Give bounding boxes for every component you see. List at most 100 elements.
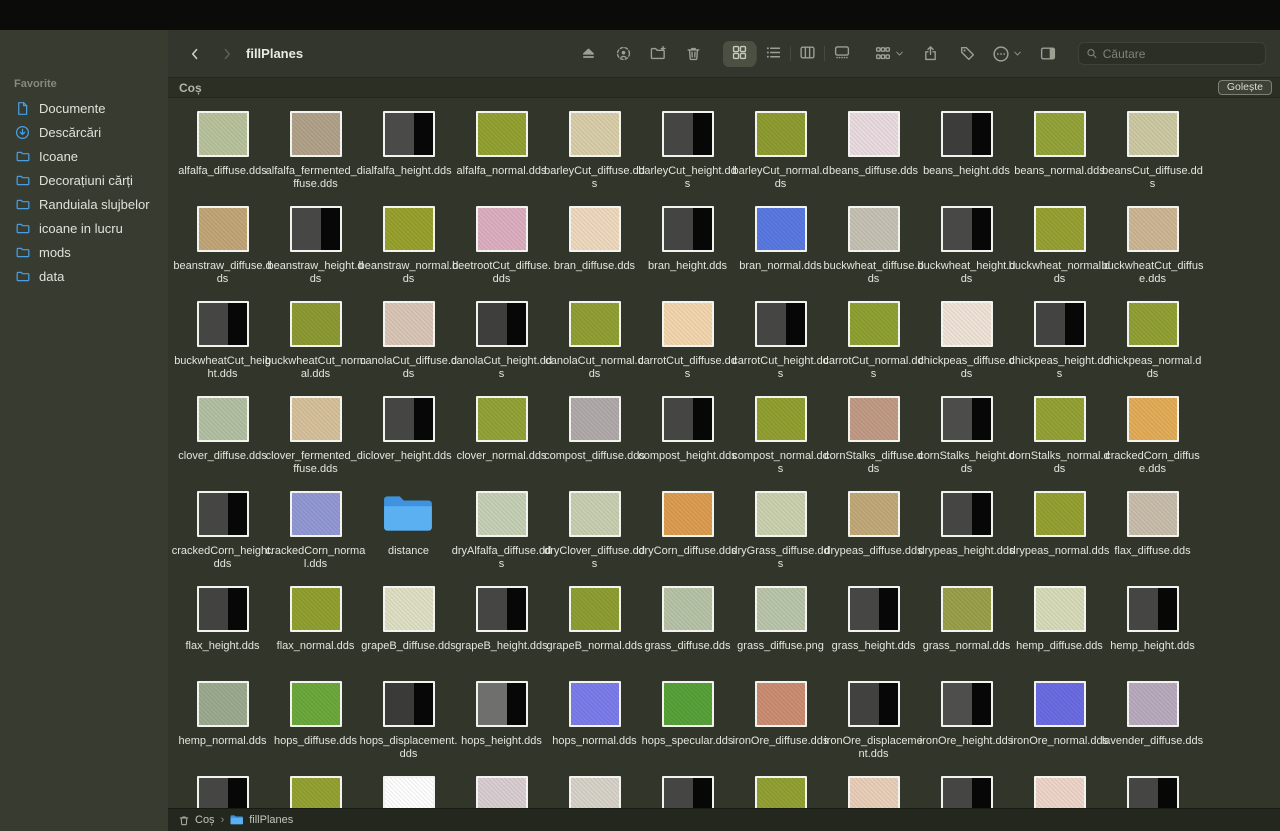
file-item[interactable]: dryClover_diffuse.dds <box>548 478 641 573</box>
file-item[interactable] <box>641 763 734 808</box>
file-item[interactable] <box>734 763 827 808</box>
view-columns-button[interactable] <box>791 41 824 67</box>
new-folder-button[interactable] <box>644 41 672 67</box>
file-item[interactable]: drypeas_normal.dds <box>1013 478 1106 573</box>
file-item[interactable]: grass_height.dds <box>827 573 920 668</box>
file-item[interactable]: carrotCut_diffuse.dds <box>641 288 734 383</box>
file-item[interactable]: dryAlfalfa_diffuse.dds <box>455 478 548 573</box>
file-item[interactable]: beans_diffuse.dds <box>827 98 920 193</box>
file-item[interactable]: grass_normal.dds <box>920 573 1013 668</box>
file-item[interactable]: grapeB_normal.dds <box>548 573 641 668</box>
sidebar-item-decora-iuni-c-r-i[interactable]: Decorațiuni cărți <box>0 168 168 192</box>
back-button[interactable] <box>184 42 206 66</box>
file-item[interactable]: clover_normal.dds <box>455 383 548 478</box>
file-item[interactable]: beanstraw_normal.dds <box>362 193 455 288</box>
path-segment-co[interactable]: Coș <box>178 814 215 827</box>
file-item[interactable]: flax_height.dds <box>176 573 269 668</box>
file-item[interactable]: alfalfa_diffuse.dds <box>176 98 269 193</box>
file-item[interactable]: hemp_diffuse.dds <box>1013 573 1106 668</box>
file-item[interactable]: drypeas_diffuse.dds <box>827 478 920 573</box>
file-item[interactable]: drypeas_height.dds <box>920 478 1013 573</box>
file-item[interactable]: flax_diffuse.dds <box>1106 478 1199 573</box>
file-item[interactable]: hops_height.dds <box>455 668 548 763</box>
file-item[interactable]: buckwheat_diffuse.dds <box>827 193 920 288</box>
file-item[interactable]: crackedCorn_height.dds <box>176 478 269 573</box>
file-item[interactable]: beanstraw_diffuse.dds <box>176 193 269 288</box>
file-item[interactable]: canolaCut_height.dds <box>455 288 548 383</box>
file-item[interactable]: buckwheatCut_diffuse.dds <box>1106 193 1199 288</box>
file-item[interactable]: chickpeas_normal.dds <box>1106 288 1199 383</box>
file-item[interactable]: dryGrass_diffuse.dds <box>734 478 827 573</box>
file-item[interactable]: clover_diffuse.dds <box>176 383 269 478</box>
file-item[interactable]: grapeB_height.dds <box>455 573 548 668</box>
file-item[interactable]: chickpeas_diffuse.dds <box>920 288 1013 383</box>
file-item[interactable]: hops_displacement.dds <box>362 668 455 763</box>
eject-button[interactable] <box>574 41 602 67</box>
file-item[interactable]: hops_normal.dds <box>548 668 641 763</box>
view-list-button[interactable] <box>757 41 790 67</box>
file-item[interactable]: ironOre_height.dds <box>920 668 1013 763</box>
file-item[interactable]: beans_height.dds <box>920 98 1013 193</box>
file-item[interactable]: buckwheatCut_normal.dds <box>269 288 362 383</box>
file-item[interactable]: grapeB_diffuse.dds <box>362 573 455 668</box>
file-item[interactable]: clover_height.dds <box>362 383 455 478</box>
file-item[interactable]: canolaCut_normal.dds <box>548 288 641 383</box>
sidebar-item-randuiala-slujbelor[interactable]: Randuiala slujbelor <box>0 192 168 216</box>
view-icons-button[interactable] <box>723 41 756 67</box>
file-item[interactable]: compost_normal.dds <box>734 383 827 478</box>
file-item[interactable]: carrotCut_normal.dds <box>827 288 920 383</box>
sidebar-item-data[interactable]: data <box>0 264 168 288</box>
sidebar-item-icoane[interactable]: Icoane <box>0 144 168 168</box>
file-item[interactable]: dryCorn_diffuse.dds <box>641 478 734 573</box>
sidebar-item-documente[interactable]: Documente <box>0 96 168 120</box>
file-item[interactable] <box>548 763 641 808</box>
file-item[interactable]: carrotCut_height.dds <box>734 288 827 383</box>
file-item[interactable]: ironOre_normal.dds <box>1013 668 1106 763</box>
file-item[interactable]: ironOre_displacement.dds <box>827 668 920 763</box>
file-item[interactable]: compost_diffuse.dds <box>548 383 641 478</box>
file-item[interactable]: buckwheat_height.dds <box>920 193 1013 288</box>
sidebar-item-desc-rc-ri[interactable]: Descărcări <box>0 120 168 144</box>
file-item[interactable]: buckwheatCut_height.dds <box>176 288 269 383</box>
file-item[interactable]: chickpeas_height.dds <box>1013 288 1106 383</box>
search-input[interactable] <box>1103 47 1258 61</box>
file-item[interactable]: cornStalks_diffuse.dds <box>827 383 920 478</box>
path-segment-fillplanes[interactable]: fillPlanes <box>230 814 293 826</box>
file-item[interactable]: barleyCut_height.dds <box>641 98 734 193</box>
file-item[interactable]: barleyCut_normal.dds <box>734 98 827 193</box>
folder-item[interactable]: distance <box>362 478 455 573</box>
file-item[interactable]: lavender_diffuse.dds <box>1106 668 1199 763</box>
file-item[interactable]: clover_fermented_diffuse.dds <box>269 383 362 478</box>
file-item[interactable]: buckwheat_normal.dds <box>1013 193 1106 288</box>
sidebar-item-icoane-in-lucru[interactable]: icoane in lucru <box>0 216 168 240</box>
file-item[interactable]: canolaCut_diffuse.dds <box>362 288 455 383</box>
preview-panel-button[interactable] <box>1034 41 1062 67</box>
file-item[interactable]: barleyCut_diffuse.dds <box>548 98 641 193</box>
sidebar-item-mods[interactable]: mods <box>0 240 168 264</box>
tag-button[interactable] <box>953 41 981 67</box>
file-item[interactable] <box>1013 763 1106 808</box>
file-item[interactable] <box>176 763 269 808</box>
empty-trash-button[interactable]: Golește <box>1218 80 1272 95</box>
file-item[interactable]: bran_diffuse.dds <box>548 193 641 288</box>
file-item[interactable] <box>269 763 362 808</box>
file-item[interactable]: hemp_height.dds <box>1106 573 1199 668</box>
file-item[interactable] <box>920 763 1013 808</box>
file-item[interactable] <box>455 763 548 808</box>
delete-button[interactable] <box>679 41 707 67</box>
file-item[interactable]: hops_specular.dds <box>641 668 734 763</box>
file-item[interactable]: cornStalks_height.dds <box>920 383 1013 478</box>
file-item[interactable]: alfalfa_fermented_diffuse.dds <box>269 98 362 193</box>
forward-button[interactable] <box>216 42 238 66</box>
airdrop-button[interactable] <box>609 41 637 67</box>
file-item[interactable]: beanstraw_height.dds <box>269 193 362 288</box>
file-item[interactable] <box>827 763 920 808</box>
search-field[interactable] <box>1078 42 1266 65</box>
share-button[interactable] <box>916 41 944 67</box>
file-item[interactable]: hops_diffuse.dds <box>269 668 362 763</box>
file-item[interactable]: beans_normal.dds <box>1013 98 1106 193</box>
file-item[interactable]: bran_normal.dds <box>734 193 827 288</box>
group-by-button[interactable] <box>872 41 907 67</box>
file-item[interactable] <box>1106 763 1199 808</box>
file-item[interactable]: hemp_normal.dds <box>176 668 269 763</box>
